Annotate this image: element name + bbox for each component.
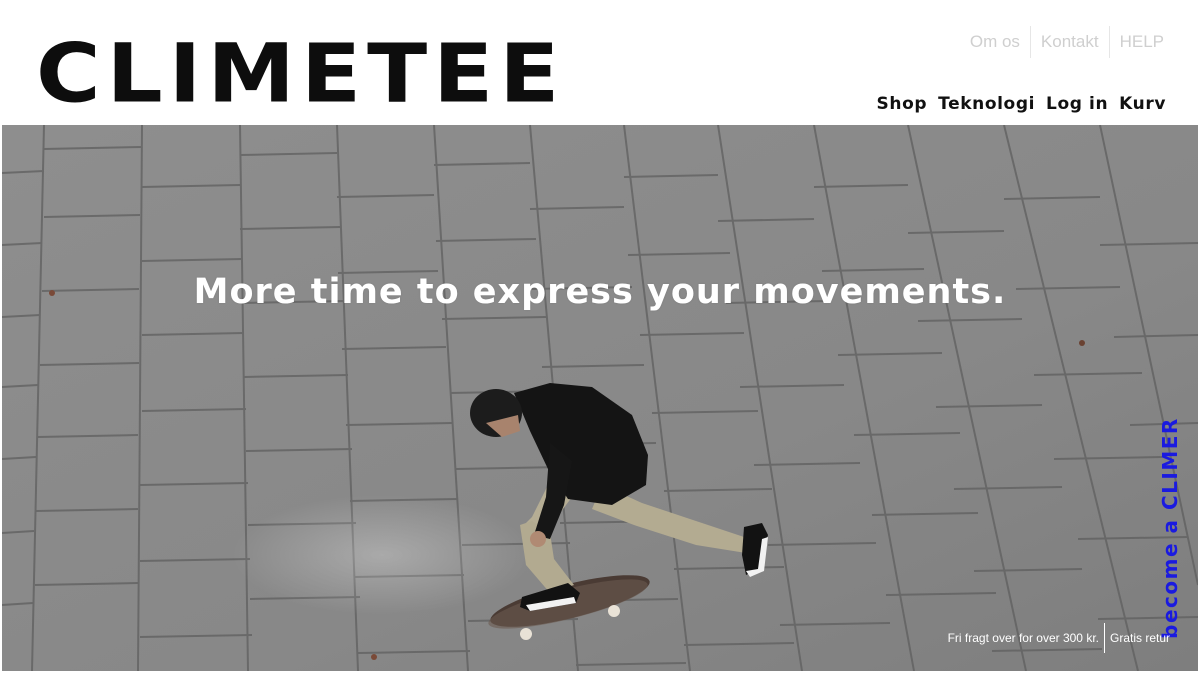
- brand-logo[interactable]: CLIMETEE: [36, 28, 565, 120]
- page: CLIMETEE Om os Kontakt HELP Shop Teknolo…: [0, 0, 1200, 675]
- hero-banner: More time to express your movements. bec…: [2, 125, 1198, 671]
- utility-nav: Om os Kontakt HELP: [960, 26, 1174, 58]
- main-nav: Shop Teknologi Log in Kurv: [877, 94, 1166, 114]
- nav-link-kurv[interactable]: Kurv: [1119, 94, 1166, 114]
- shipping-info: Fri fragt over for over 300 kr. Gratis r…: [948, 623, 1170, 653]
- divider: [1103, 623, 1105, 653]
- hero-headline: More time to express your movements.: [193, 272, 1007, 313]
- util-link-help[interactable]: HELP: [1110, 26, 1174, 58]
- nav-link-teknologi[interactable]: Teknologi: [938, 94, 1035, 114]
- site-header: CLIMETEE Om os Kontakt HELP Shop Teknolo…: [0, 0, 1200, 125]
- skateboarder-photo: [2, 125, 1198, 671]
- free-shipping-text: Fri fragt over for over 300 kr.: [947, 631, 1099, 645]
- util-link-kontakt[interactable]: Kontakt: [1031, 26, 1109, 58]
- free-returns-text: Gratis retur: [1109, 631, 1170, 645]
- nav-link-log-in[interactable]: Log in: [1046, 94, 1108, 114]
- util-link-om-os[interactable]: Om os: [960, 26, 1030, 58]
- nav-link-shop[interactable]: Shop: [877, 94, 928, 114]
- become-climer-link[interactable]: become a CLIMER: [1158, 417, 1182, 639]
